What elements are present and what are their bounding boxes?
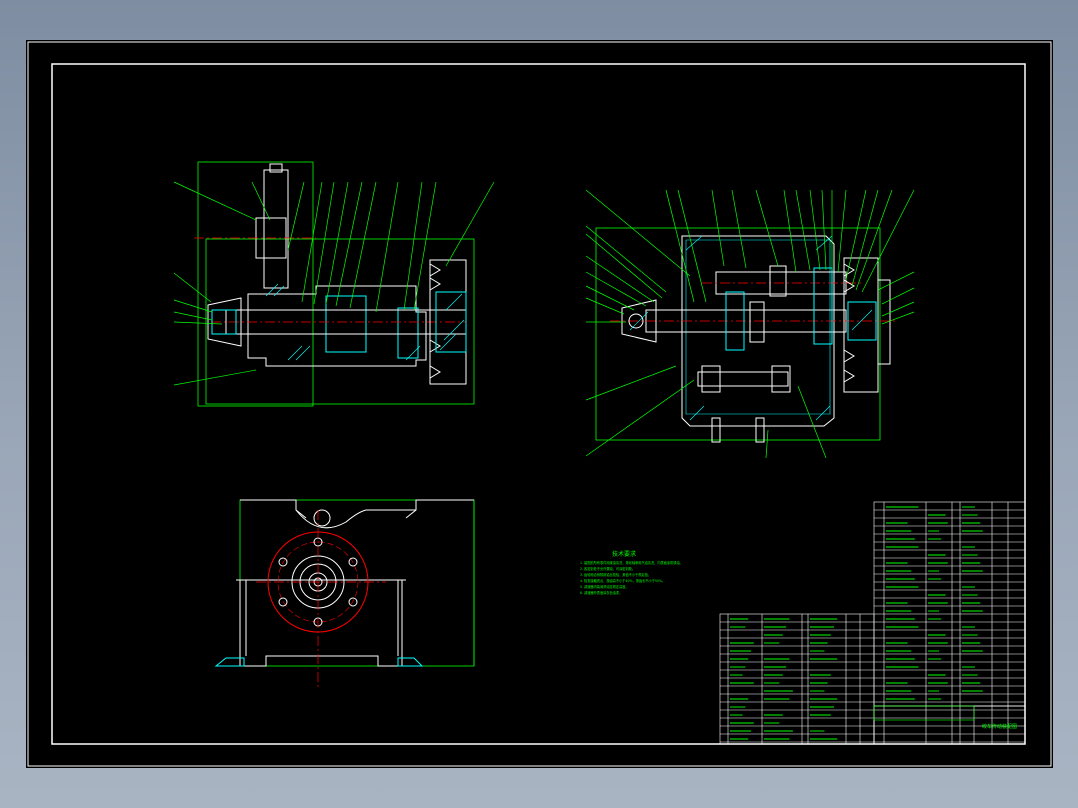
tech-requirement-line: 5. 减速器内装润滑油至规定高度。 bbox=[580, 584, 629, 589]
tech-requirement-line: 3. 齿轮啮合侧隙用铅丝检验，其值不小于规定值。 bbox=[580, 572, 651, 577]
tech-requirements-block: 技术要求 1. 装配前所有零件用煤油清洗，滚动轴承用汽油清洗，内表面涂防锈油。 … bbox=[580, 550, 683, 595]
left-section-view bbox=[173, 161, 495, 407]
tech-requirement-line: 2. 各密封处不允许漏油，可涂密封胶。 bbox=[580, 566, 635, 571]
drawing-sheet: 技术要求 1. 装配前所有零件用煤油清洗，滚动轴承用汽油清洗，内表面涂防锈油。 … bbox=[26, 40, 1053, 768]
outer-frame bbox=[27, 41, 1052, 767]
parts-list-rows-lower bbox=[720, 621, 874, 743]
cad-drawing: 技术要求 1. 装配前所有零件用煤油清洗，滚动轴承用汽油清洗，内表面涂防锈油。 … bbox=[27, 41, 1052, 767]
tech-requirement-line: 4. 检查接触斑点，按齿高不小于40%，按齿长不小于50%。 bbox=[580, 578, 665, 583]
front-view bbox=[214, 499, 475, 688]
title-block-name: 绞车传动装配图 bbox=[982, 723, 1017, 730]
tech-requirement-line: 1. 装配前所有零件用煤油清洗，滚动轴承用汽油清洗，内表面涂防锈油。 bbox=[580, 560, 683, 565]
tech-requirement-line: 6. 减速器外表面涂灰色油漆。 bbox=[580, 590, 622, 595]
tech-requirements-title: 技术要求 bbox=[612, 550, 636, 558]
parts-list-rows-upper bbox=[874, 509, 1025, 743]
parts-list-table bbox=[719, 501, 1026, 745]
right-section-view bbox=[585, 189, 915, 459]
